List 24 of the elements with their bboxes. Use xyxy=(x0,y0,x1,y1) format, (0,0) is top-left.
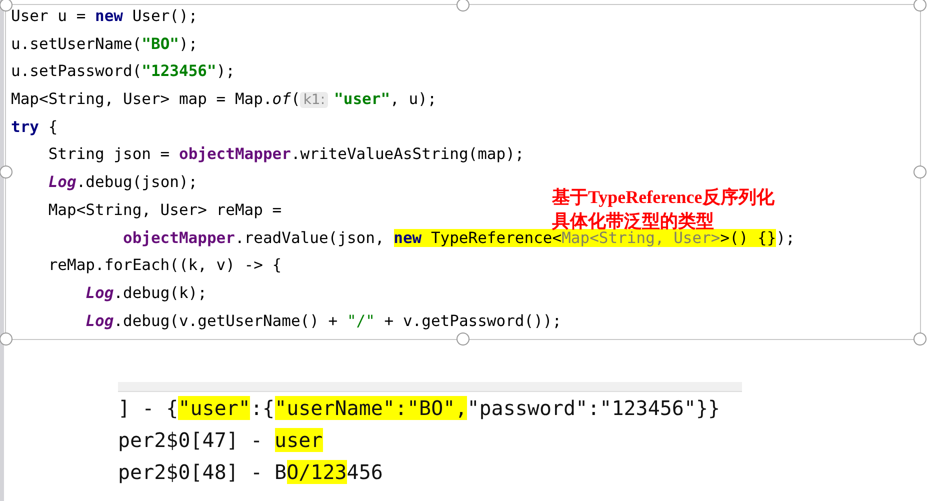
resize-handle[interactable] xyxy=(456,0,470,12)
code-line: try { xyxy=(11,118,58,138)
code-line: Log.debug(json); xyxy=(47,173,198,193)
code-line: Map<String, User> reMap = xyxy=(47,200,282,220)
resize-handle[interactable] xyxy=(914,166,926,178)
resize-handle[interactable] xyxy=(456,332,470,346)
resize-handle[interactable] xyxy=(0,166,12,178)
code-line: u.setPassword("123456"); xyxy=(11,62,235,82)
resize-handle[interactable] xyxy=(914,332,926,346)
resize-handle[interactable] xyxy=(0,0,12,12)
resize-handle[interactable] xyxy=(914,0,926,12)
annotation-text: 基于TypeReference反序列化 xyxy=(552,186,774,209)
code-line: String json = objectMapper.writeValueAsString(map); xyxy=(47,145,524,166)
code-line: User u = new User(); xyxy=(11,7,198,27)
code-line: u.setUserName("BO"); xyxy=(11,34,198,54)
console-line: ] - {"user":{"userName":"BO","password":"123456"}} xyxy=(118,395,722,422)
annotation-text: 具体化带泛型的类型 xyxy=(552,210,715,231)
console-line: per2$0[47] - user xyxy=(118,427,324,454)
code-line: Log.debug(k); xyxy=(84,284,207,304)
code-line: Map<String, User> map = Map.of( k1: "user", u); xyxy=(11,90,437,110)
code-line: Log.debug(v.getUserName() + "/" + v.getPassword()); xyxy=(84,312,562,332)
code-line: reMap.forEach((k, v) -> { xyxy=(47,256,282,276)
resize-handle[interactable] xyxy=(0,332,12,346)
console-line: per2$0[48] - BO/123456 xyxy=(118,459,384,486)
